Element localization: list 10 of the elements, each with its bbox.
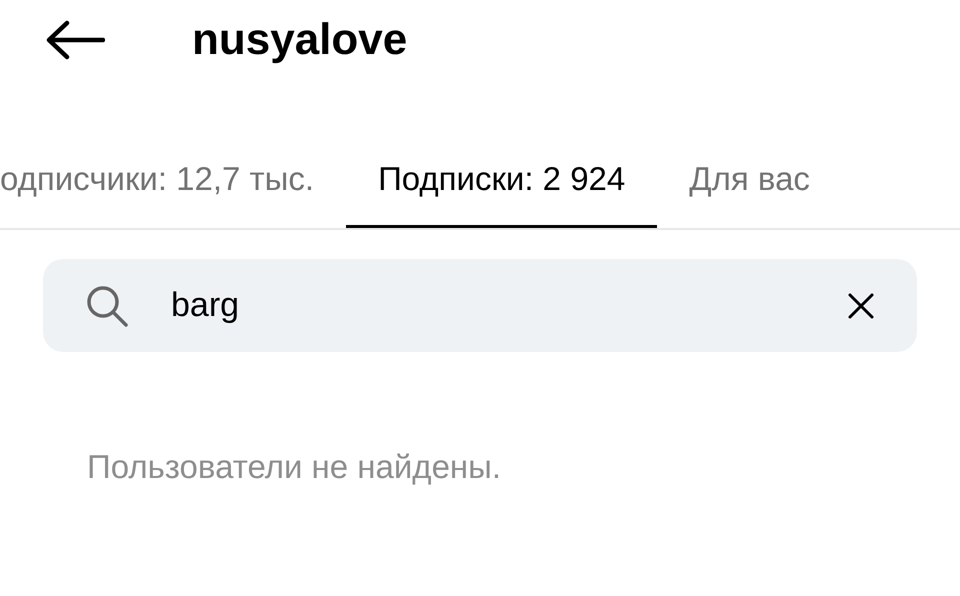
tab[interactable]: Подписки: 2 924: [346, 138, 658, 228]
search-input[interactable]: barg: [171, 286, 831, 325]
tab[interactable]: Для вас: [657, 138, 842, 228]
profile-username: nusyalove: [192, 15, 408, 65]
close-icon[interactable]: [847, 292, 875, 320]
search-field[interactable]: barg: [43, 259, 917, 352]
empty-results-message: Пользователи не найдены.: [87, 448, 502, 486]
search-icon: [85, 284, 129, 328]
back-arrow-icon[interactable]: [45, 20, 105, 60]
tab[interactable]: одписчики: 12,7 тыс.: [0, 138, 346, 228]
